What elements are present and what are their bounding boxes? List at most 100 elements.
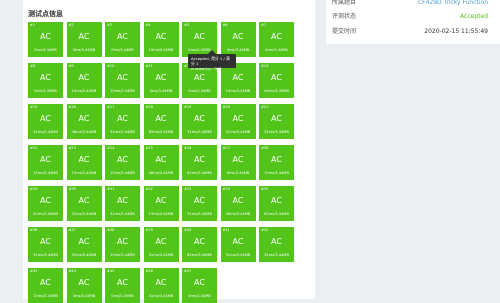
test-case-verdict: AC <box>40 32 51 41</box>
test-case-tile[interactable]: #17 AC 31ms/3.44MB <box>105 104 140 139</box>
test-case-verdict: AC <box>271 196 282 205</box>
test-case-tile[interactable]: #29 AC 62ms/3.45MB <box>28 186 63 221</box>
test-case-verdict: AC <box>117 278 128 287</box>
test-case-id: #32 <box>145 187 153 191</box>
test-case-verdict: AC <box>232 32 244 41</box>
tooltip-output-line: number(s): "20" <box>191 66 222 71</box>
test-case-verdict: AC <box>155 73 167 82</box>
test-case-stats: 15ms/3.44MB <box>71 89 97 93</box>
test-case-verdict: AC <box>155 155 167 164</box>
test-case-tile[interactable]: #42 AC 31ms/3.44MB <box>259 227 294 262</box>
test-case-stats: 15ms/3.44MB <box>148 212 174 216</box>
test-case-tile[interactable]: #11 AC 0ms/3.44MB <box>143 63 179 98</box>
test-case-stats: 15ms/3.44MB <box>110 171 135 175</box>
test-case-tile[interactable]: #46 AC 31ms/3.44MB <box>143 268 179 303</box>
test-case-verdict: AC <box>194 114 205 123</box>
test-case-tile[interactable]: #6 AC 0ms/3.44MB <box>220 22 256 57</box>
test-case-tile[interactable]: #10 AC 15ms/3.44MB <box>105 63 140 98</box>
test-case-tile[interactable]: #44 AC 0ms/3.44MB <box>66 268 102 303</box>
test-case-tile[interactable]: #25 AC 46ms/3.44MB <box>143 145 179 180</box>
test-case-tile[interactable]: #32 AC 15ms/3.44MB <box>143 186 179 221</box>
test-case-id: #16 <box>68 105 76 109</box>
test-case-id: #47 <box>184 269 192 273</box>
submit-time-value: 2020-02-15 11:55:49 <box>424 28 488 35</box>
test-case-tile[interactable]: #27 AC 0ms/3.44MB <box>220 145 256 180</box>
test-case-id: #27 <box>222 146 230 150</box>
test-case-verdict: AC <box>232 114 244 123</box>
test-case-stats: 15ms/3.44MB <box>33 171 58 175</box>
test-case-id: #11 <box>145 64 153 68</box>
test-case-tile[interactable]: #28 AC 15ms/3.44MB <box>259 145 294 180</box>
test-case-tile[interactable]: #36 AC 31ms/3.44MB <box>28 227 63 262</box>
test-case-id: #46 <box>145 269 153 273</box>
test-case-stats: 31ms/3.44MB <box>148 294 174 298</box>
test-case-verdict: AC <box>194 196 205 205</box>
test-case-tile[interactable]: #2 AC 0ms/3.44MB <box>66 22 102 57</box>
test-case-stats: 0ms/3.44MB <box>111 48 134 52</box>
test-case-id: #22 <box>30 146 38 150</box>
test-case-tile[interactable]: #47 AC 0ms/3.44MB <box>182 268 217 303</box>
test-case-verdict: AC <box>117 73 128 82</box>
test-case-id: #26 <box>184 146 192 150</box>
test-case-tile[interactable]: #20 AC 31ms/3.44MB <box>220 104 256 139</box>
test-case-stats: 31ms/3.44MB <box>187 130 212 134</box>
test-case-stats: 15ms/3.44MB <box>110 253 135 257</box>
test-case-stats: 0ms/3.44MB <box>226 171 250 175</box>
test-case-verdict: AC <box>155 278 167 287</box>
test-case-tile[interactable]: #9 AC 15ms/3.44MB <box>66 63 102 98</box>
test-case-tile[interactable]: #30 AC 31ms/3.44MB <box>66 186 102 221</box>
test-case-tile[interactable]: #31 AC 31ms/3.44MB <box>105 186 140 221</box>
test-case-tile[interactable]: #7 AC 0ms/3.44MB <box>259 22 294 57</box>
test-case-tile[interactable]: #34 AC 46ms/3.44MB <box>220 186 256 221</box>
test-case-tile[interactable]: #8 AC 0ms/3.45MB <box>28 63 63 98</box>
test-case-tile[interactable]: #19 AC 31ms/3.44MB <box>182 104 217 139</box>
test-case-tile[interactable]: #16 AC 46ms/3.44MB <box>66 104 102 139</box>
test-case-stats: 62ms/3.44MB <box>187 171 212 175</box>
test-case-tile[interactable]: #43 AC 15ms/3.44MB <box>28 268 63 303</box>
test-case-tile[interactable]: #45 AC 0ms/3.45MB <box>105 268 140 303</box>
test-case-id: #25 <box>145 146 153 150</box>
test-case-tile[interactable]: #18 AC 62ms/3.44MB <box>143 104 179 139</box>
test-case-tile[interactable]: #1 AC 0ms/3.44MB <box>28 22 63 57</box>
test-case-tile[interactable]: #3 AC 0ms/3.44MB <box>105 22 140 57</box>
test-case-id: #33 <box>184 187 192 191</box>
test-case-stats: 62ms/3.45MB <box>33 212 58 216</box>
test-case-id: #7 <box>261 23 267 27</box>
test-case-tile[interactable]: #22 AC 15ms/3.44MB <box>28 145 63 180</box>
test-case-tile[interactable]: #15 AC 31ms/3.44MB <box>28 104 63 139</box>
test-case-stats: 0ms/3.44MB <box>188 294 211 298</box>
test-case-id: #5 <box>184 23 190 27</box>
test-case-tile[interactable]: #4 AC 15ms/3.44MB <box>143 22 179 57</box>
test-case-verdict: AC <box>271 73 282 82</box>
test-case-id: #45 <box>107 269 115 273</box>
test-case-verdict: AC <box>117 237 128 246</box>
problem-link[interactable]: CF429D Tricky Function <box>418 0 488 10</box>
test-case-tile[interactable]: #38 AC 15ms/3.44MB <box>105 227 140 262</box>
test-case-tile[interactable]: #39 AC 31ms/3.44MB <box>143 227 179 262</box>
test-case-verdict: AC <box>232 237 244 246</box>
test-case-verdict: AC <box>117 32 128 41</box>
test-case-stats: 15ms/3.44MB <box>148 48 174 52</box>
test-case-stats: 15ms/3.44MB <box>225 89 251 93</box>
test-case-verdict: AC <box>194 73 205 82</box>
test-case-tile[interactable]: #26 AC 62ms/3.44MB <box>182 145 217 180</box>
test-case-verdict: AC <box>78 32 90 41</box>
test-case-tile[interactable]: #40 AC 62ms/3.44MB <box>182 227 217 262</box>
status-value: Accepted <box>460 13 488 20</box>
test-case-tile[interactable]: #37 AC 31ms/3.44MB <box>66 227 102 262</box>
test-case-stats: 0ms/3.45MB <box>34 89 57 93</box>
test-case-tile[interactable]: #33 AC 31ms/3.44MB <box>182 186 217 221</box>
test-case-stats: 46ms/3.44MB <box>71 130 97 134</box>
test-case-id: #19 <box>184 105 192 109</box>
test-case-stats: 0ms/3.45MB <box>111 294 134 298</box>
test-results-card: 测试点信息 #1 AC 0ms/3.44MB #2 AC 0ms/3.44MB #3 AC 0m… <box>23 0 315 303</box>
test-case-verdict: AC <box>194 155 205 164</box>
test-case-tile[interactable]: #14 AC 46ms/3.45MB <box>259 63 294 98</box>
test-case-id: #17 <box>107 105 115 109</box>
test-case-id: #31 <box>107 187 115 191</box>
test-case-tile[interactable]: #23 AC 15ms/3.44MB <box>66 145 102 180</box>
test-case-tile[interactable]: #35 AC 62ms/3.44MB <box>259 186 294 221</box>
test-case-tile[interactable]: #24 AC 15ms/3.44MB <box>105 145 140 180</box>
test-case-tile[interactable]: #21 AC 31ms/3.44MB <box>259 104 294 139</box>
test-case-tile[interactable]: #41 AC 31ms/3.44MB <box>220 227 256 262</box>
